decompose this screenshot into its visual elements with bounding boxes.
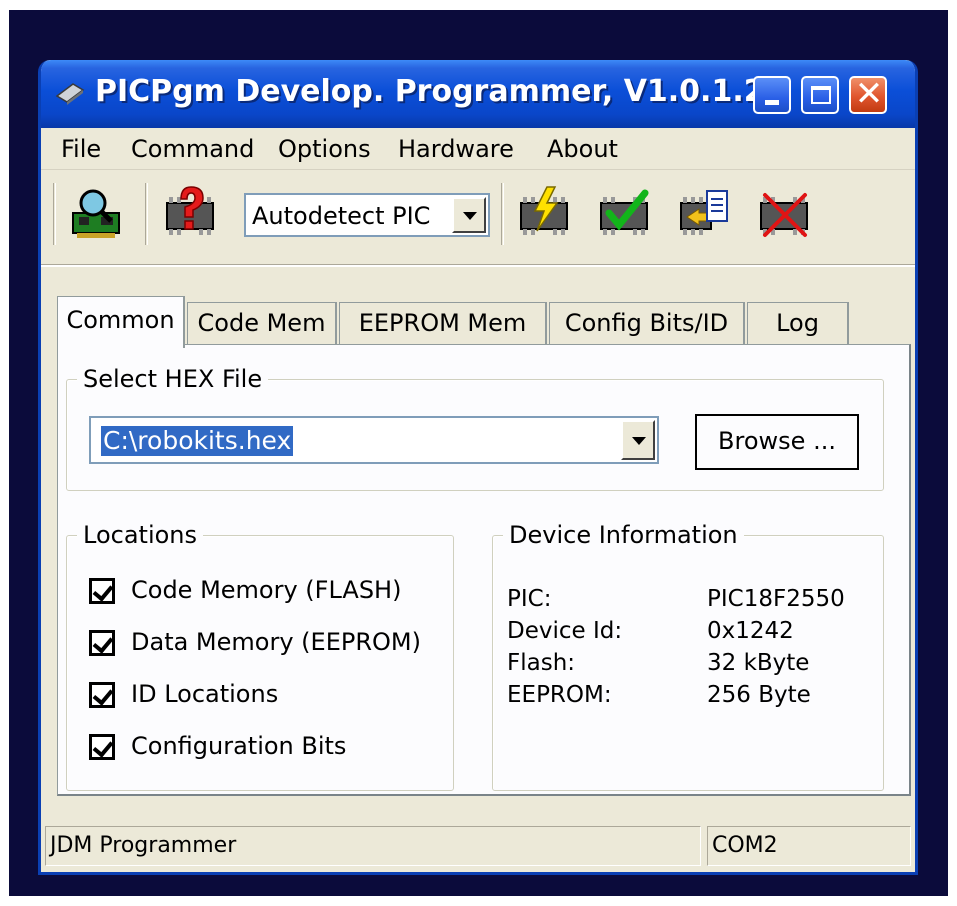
device-info-value: 32 kByte: [707, 650, 810, 676]
checkbox-label: Code Memory (FLASH): [131, 576, 402, 604]
tab-eeprom-mem[interactable]: EEPROM Mem: [339, 302, 547, 346]
menu-hardware[interactable]: Hardware: [398, 135, 514, 163]
group-title: Device Information: [503, 521, 744, 549]
main-window: PICPgm Develop. Programmer, V1.0.1.2 ✕ F…: [38, 60, 918, 875]
maximize-button[interactable]: [801, 76, 839, 114]
tab-panel-common: Select HEX File C:\robokits.hex Browse .…: [57, 344, 911, 796]
tab-common[interactable]: Common: [57, 296, 185, 348]
browse-button[interactable]: Browse ...: [695, 414, 859, 470]
device-info-key: Flash:: [507, 650, 576, 676]
menu-bar: File Command Options Hardware About: [41, 128, 915, 170]
toolbar-separator: [145, 183, 148, 245]
window-title: PICPgm Develop. Programmer, V1.0.1.2: [95, 74, 765, 109]
group-title: Select HEX File: [77, 365, 269, 393]
toolbar-grip[interactable]: [53, 183, 56, 245]
device-info-value: 256 Byte: [707, 682, 811, 708]
device-info-row: Device Id: 0x1242: [507, 618, 867, 648]
close-icon: ✕: [854, 74, 884, 114]
menu-command[interactable]: Command: [131, 135, 254, 163]
tab-code-mem[interactable]: Code Mem: [187, 302, 337, 346]
device-info-row: EEPROM: 256 Byte: [507, 682, 867, 712]
tab-config-bits[interactable]: Config Bits/ID: [549, 302, 745, 346]
device-info-key: EEPROM:: [507, 682, 612, 708]
hex-file-dropdown-button[interactable]: [621, 420, 655, 460]
device-information-group: Device Information PIC: PIC18F2550 Devic…: [492, 521, 884, 791]
select-hex-file-group: Select HEX File C:\robokits.hex Browse .…: [66, 365, 884, 491]
device-info-key: Device Id:: [507, 618, 623, 644]
menu-file[interactable]: File: [61, 135, 101, 163]
hex-file-path[interactable]: C:\robokits.hex: [101, 426, 294, 456]
read-device-icon[interactable]: [677, 185, 731, 241]
checkbox-label: ID Locations: [131, 680, 279, 708]
program-device-icon[interactable]: [517, 185, 571, 241]
locations-group: Locations Code Memory (FLASH) Data Memor…: [66, 521, 454, 791]
device-info-row: Flash: 32 kByte: [507, 650, 867, 680]
device-info-row: PIC: PIC18F2550: [507, 586, 867, 616]
tab-log[interactable]: Log: [747, 302, 849, 346]
chip-app-icon: [55, 83, 85, 105]
hex-file-combo[interactable]: C:\robokits.hex: [89, 416, 659, 464]
minimize-button[interactable]: [753, 76, 791, 114]
status-programmer: JDM Programmer: [45, 826, 701, 866]
device-info-value: 0x1242: [707, 618, 794, 644]
group-title: Locations: [77, 521, 204, 549]
erase-device-icon[interactable]: [757, 185, 811, 241]
status-bar: JDM Programmer COM2: [41, 822, 915, 872]
device-info-key: PIC:: [507, 586, 552, 612]
close-button[interactable]: ✕: [849, 74, 887, 114]
verify-device-icon[interactable]: [597, 185, 651, 241]
minimize-icon: [765, 100, 779, 105]
checkbox-checked-icon[interactable]: [89, 682, 115, 708]
status-port: COM2: [707, 826, 911, 866]
checkbox-checked-icon[interactable]: [89, 734, 115, 760]
checkbox-checked-icon[interactable]: [89, 630, 115, 656]
menu-options[interactable]: Options: [278, 135, 371, 163]
device-select[interactable]: Autodetect PIC: [244, 193, 490, 237]
toolbar-separator: [501, 183, 504, 245]
checkbox-label: Configuration Bits: [131, 732, 347, 760]
device-select-dropdown-button[interactable]: [452, 197, 486, 233]
programmer-hardware-icon[interactable]: [69, 185, 123, 241]
tab-strip: Common Code Mem EEPROM Mem Config Bits/I…: [57, 296, 897, 348]
title-bar[interactable]: PICPgm Develop. Programmer, V1.0.1.2 ✕: [41, 60, 915, 128]
toolbar: Autodetect PIC: [41, 171, 915, 267]
checkbox-checked-icon[interactable]: [89, 578, 115, 604]
device-info-value: PIC18F2550: [707, 586, 845, 612]
device-select-value: Autodetect PIC: [252, 202, 431, 230]
maximize-icon: [811, 86, 831, 104]
menu-about[interactable]: About: [547, 135, 618, 163]
chevron-down-icon: [632, 437, 646, 445]
checkbox-label: Data Memory (EEPROM): [131, 628, 421, 656]
chevron-down-icon: [463, 212, 477, 220]
autodetect-device-icon[interactable]: [163, 185, 217, 241]
